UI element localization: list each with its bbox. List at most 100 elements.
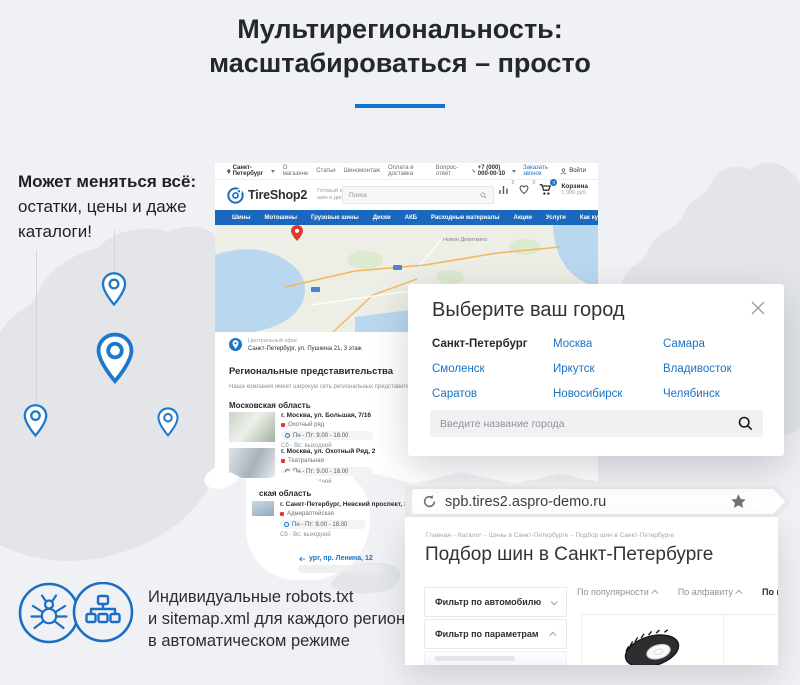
shop-address[interactable]: г. Санкт-Петербург, Невский проспект, 35 [280, 501, 411, 508]
breadcrumb-tyres[interactable]: Шины в Санкт-Петербурге [489, 532, 568, 539]
city-option[interactable]: Челябинск [663, 388, 762, 400]
site-logo[interactable]: TireShop2 [227, 187, 307, 204]
sort-options: По популярности По алфавиту По цене [577, 587, 778, 597]
shop-link[interactable]: ург, пр. Ленина, 12 [299, 555, 373, 562]
topbar-link-faq[interactable]: Вопрос-ответ [436, 165, 464, 177]
shop-address[interactable]: г. Москва, ул. Охотный Ряд, 2 [281, 448, 375, 455]
site-topbar: Санкт-Петербург О магазине Статьи Шиномо… [215, 163, 598, 180]
city-option[interactable]: Саратов [432, 388, 553, 400]
search-icon[interactable] [738, 416, 753, 431]
favorites-button[interactable]: 0 [518, 183, 530, 197]
shop-link-label: ург, пр. Ленина, 12 [309, 555, 373, 562]
site-search-input[interactable] [349, 192, 480, 199]
login-label: Войти [569, 168, 586, 174]
filter-by-params[interactable]: Фильтр по параметрам [424, 619, 567, 649]
contact-office: Центральный офис Санкт-Петербург, ул. Пу… [229, 338, 362, 364]
robot-spider-icon [20, 584, 78, 642]
url-text: spb.tires2.aspro-demo.ru [445, 494, 606, 510]
bookmark-star-icon[interactable] [730, 493, 747, 510]
landing-section: Мультирегиональность: масштабироваться –… [0, 0, 800, 685]
heart-icon [518, 183, 530, 195]
search-icon [480, 192, 487, 199]
chevron-down-icon [551, 598, 558, 605]
refresh-icon[interactable] [422, 494, 437, 509]
breadcrumb: ГлавнаяКаталогШины в Санкт-ПетербургеПод… [426, 532, 674, 539]
work-hours: Пн - Пт: 9.00 - 18.00 [293, 469, 348, 475]
shop-address[interactable]: г. Москва, ул. Большая, 7/16 [281, 412, 373, 419]
site-logo-text: TireShop2 [248, 188, 307, 202]
breadcrumb-home[interactable]: Главная [426, 532, 451, 539]
clock-icon [285, 433, 290, 438]
metro-icon [281, 423, 285, 427]
nav-item-disks[interactable]: Диски [366, 210, 398, 225]
nav-item-tyres[interactable]: Шины [225, 210, 257, 225]
city-selector[interactable]: Санкт-Петербург [227, 165, 275, 177]
city-option[interactable]: Смоленск [432, 363, 553, 375]
city-option[interactable]: Новосибирск [553, 388, 663, 400]
work-hours: Пн - Пт: 9.00 - 18.00 [293, 433, 348, 439]
cart-label: Корзина [561, 183, 588, 190]
tire-product-image[interactable] [617, 629, 687, 665]
feature-note-bold: Может меняться всё: [18, 172, 196, 191]
callback-link[interactable]: Заказать звонок [523, 165, 553, 177]
sort-popularity[interactable]: По популярности [577, 587, 658, 597]
sort-popularity-label: По популярности [577, 587, 649, 597]
contact-office-address: Санкт-Петербург, ул. Пушкина 21, 3 этаж [248, 346, 362, 352]
breadcrumb-catalog[interactable]: Каталог [458, 532, 482, 539]
city-list: Санкт-Петербург Москва Самара Смоленск И… [432, 338, 762, 400]
site-search[interactable] [342, 186, 494, 204]
topbar-link-delivery[interactable]: Оплата и доставка [388, 165, 428, 177]
city-option-current[interactable]: Санкт-Петербург [432, 338, 553, 350]
map-pin-icon [157, 407, 179, 437]
city-option[interactable]: Владивосток [663, 363, 762, 375]
tireshop-logo-icon [227, 187, 244, 204]
region-moscow-heading: Московская область [229, 401, 311, 410]
city-search[interactable] [430, 410, 763, 437]
nav-item-sales[interactable]: Акции [507, 210, 539, 225]
city-option[interactable]: Самара [663, 338, 762, 350]
phone-number[interactable]: +7 (000) 000-00-10 [472, 165, 516, 177]
link-arrow-icon [299, 556, 306, 562]
cart-button[interactable]: 0 [539, 183, 552, 198]
nav-item-services[interactable]: Услуги [539, 210, 573, 225]
filter-by-params-label: Фильтр по параметрам [435, 629, 539, 639]
sort-alphabet[interactable]: По алфавиту [678, 587, 742, 597]
close-icon[interactable] [750, 300, 766, 316]
url-field[interactable]: spb.tires2.aspro-demo.ru [412, 489, 785, 514]
sort-arrow-icon [651, 589, 658, 596]
city-search-input[interactable] [440, 418, 738, 430]
metro-label: Охотный ряд [288, 422, 324, 428]
region-partial-heading: ская область [259, 489, 311, 498]
nav-item-truck[interactable]: Грузовые шины [304, 210, 366, 225]
favorites-count: 0 [533, 180, 536, 186]
city-option[interactable]: Иркутск [553, 363, 663, 375]
cart-count-badge: 0 [550, 179, 557, 186]
seo-text-line3: в автоматическом режиме [148, 632, 350, 650]
nav-item-akb[interactable]: АКБ [398, 210, 424, 225]
feature-note: Может меняться всё: остатки, цены и даже… [18, 169, 200, 244]
topbar-link-about[interactable]: О магазине [283, 165, 309, 177]
filter-by-car[interactable]: Фильтр по автомобилю [424, 587, 567, 617]
nav-item-moto[interactable]: Мотошины [257, 210, 303, 225]
city-selector-label: Санкт-Петербург [233, 165, 269, 177]
map-place-label: Новое Девяткино [443, 237, 487, 243]
seo-feature-icons [18, 582, 134, 649]
sort-price[interactable]: По цене [762, 587, 778, 597]
login-link[interactable]: Войти [560, 168, 586, 175]
chevron-down-icon [271, 170, 275, 173]
shop-list-item: г. Москва, ул. Большая, 7/16 Охотный ряд… [229, 412, 373, 449]
page-title-line1: Мультирегиональность: [237, 14, 563, 44]
topbar-link-articles[interactable]: Статьи [316, 168, 335, 174]
seo-feature-text: Индивидуальные robots.txt и sitemap.xml … [148, 586, 414, 652]
sitemap-icon [74, 583, 132, 641]
pin-string [36, 250, 37, 406]
nav-item-materials[interactable]: Расходные материалы [424, 210, 506, 225]
location-pin-icon [227, 168, 231, 175]
topbar-link-service[interactable]: Шиномонтаж [344, 168, 380, 174]
cart-summary[interactable]: Корзина 1 000 руб. [561, 183, 588, 197]
compare-button[interactable]: 0 [498, 183, 509, 197]
city-option[interactable]: Москва [553, 338, 663, 350]
phone-number-label: +7 (000) 000-00-10 [478, 165, 510, 177]
title-divider-bar [355, 104, 445, 108]
modal-title: Выберите ваш город [432, 299, 625, 322]
